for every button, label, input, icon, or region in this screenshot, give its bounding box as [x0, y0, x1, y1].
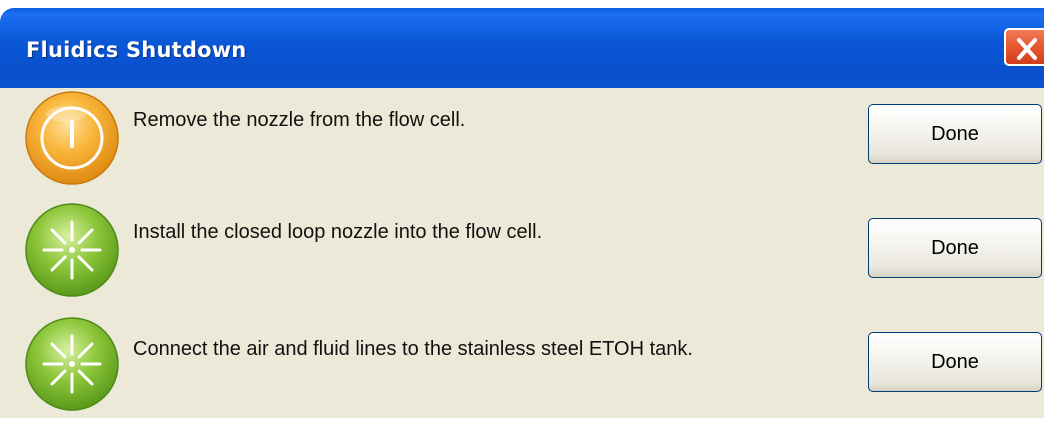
title-bar: Fluidics Shutdown [0, 0, 1044, 88]
done-button[interactable]: Done [868, 104, 1042, 164]
done-button[interactable]: Done [868, 218, 1042, 278]
step-instruction: Install the closed loop nozzle into the … [133, 221, 543, 243]
done-button[interactable]: Done [868, 332, 1042, 392]
sparkle-icon [25, 317, 119, 411]
sparkle-icon [25, 203, 119, 297]
close-button[interactable] [1004, 28, 1044, 66]
step-row: Install the closed loop nozzle into the … [0, 200, 1044, 310]
step-instruction: Connect the air and fluid lines to the s… [133, 338, 693, 360]
window-title: Fluidics Shutdown [26, 38, 247, 62]
steps-panel: Remove the nozzle from the flow cell. Do… [0, 88, 1044, 418]
step-row: Remove the nozzle from the flow cell. Do… [0, 88, 1044, 198]
step-row: Connect the air and fluid lines to the s… [0, 314, 1044, 424]
fluidics-shutdown-dialog: Fluidics Shutdown Remove the nozzle from… [0, 0, 1044, 418]
warning-icon [25, 91, 119, 185]
close-icon [1017, 38, 1037, 60]
step-instruction: Remove the nozzle from the flow cell. [133, 109, 466, 131]
